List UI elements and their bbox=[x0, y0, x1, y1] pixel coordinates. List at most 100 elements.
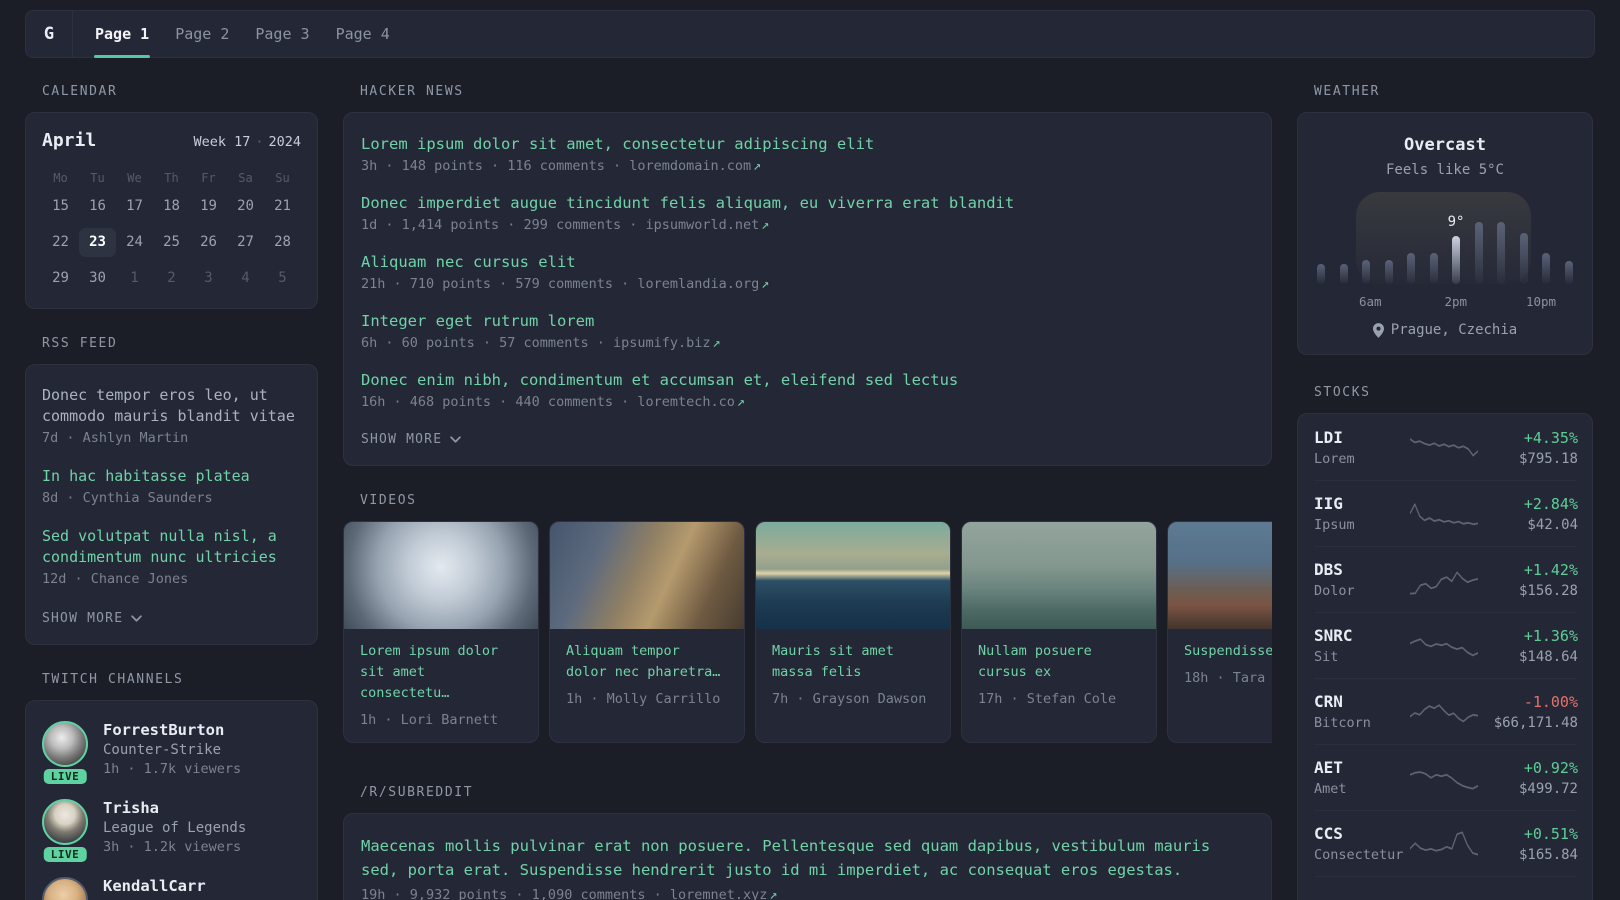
video-meta: 1h · Molly Carrillo bbox=[566, 691, 721, 707]
stock-sparkline-wrap bbox=[1410, 430, 1478, 466]
separator-dot: · bbox=[255, 134, 264, 150]
hacker-news-widget: HACKER NEWS Lorem ipsum dolor sit amet, … bbox=[343, 84, 1272, 466]
hn-item-meta-text: 1d · 1,414 points · 299 comments · bbox=[361, 217, 646, 233]
hn-item-meta-text: 16h · 468 points · 440 comments · bbox=[361, 394, 638, 410]
calendar-year: 2024 bbox=[268, 134, 301, 150]
hn-show-more-button[interactable]: SHOW MORE bbox=[361, 432, 462, 447]
hn-item-title[interactable]: Lorem ipsum dolor sit amet, consectetur … bbox=[361, 133, 1254, 155]
weather-time-label: 2pm bbox=[1444, 294, 1468, 309]
calendar-day-next-month: 1 bbox=[130, 270, 139, 286]
hn-item-domain[interactable]: ipsumworld.net bbox=[645, 217, 759, 233]
hn-item-title[interactable]: Integer eget rutrum lorem bbox=[361, 310, 1254, 332]
stock-row: CRN Bitcorn -1.00% $66,171.48 bbox=[1314, 678, 1578, 744]
video-title: Nullam posuere cursus ex bbox=[978, 643, 1092, 680]
hn-item-domain[interactable]: loremdomain.com bbox=[629, 158, 751, 174]
video-card[interactable]: Mauris sit amet massa felis 7h · Grayson… bbox=[755, 521, 951, 743]
weather-bar bbox=[1542, 253, 1551, 284]
twitch-widget-label: TWITCH CHANNELS bbox=[42, 672, 184, 687]
stock-sparkline bbox=[1410, 770, 1478, 790]
hn-item-domain[interactable]: ipsumify.biz bbox=[613, 335, 711, 351]
tab-page-4[interactable]: Page 4 bbox=[323, 11, 403, 57]
video-meta: 7h · Grayson Dawson bbox=[772, 691, 927, 707]
twitch-avatar-wrap bbox=[42, 877, 88, 900]
weather-card: Overcast Feels like 5°C 9° 6am 2pm 10pm … bbox=[1297, 112, 1593, 355]
calendar-widget: CALENDAR April Week 17 · 2024 Mo Tu We Th … bbox=[25, 84, 318, 309]
rss-item-title[interactable]: In hac habitasse platea bbox=[42, 466, 301, 487]
subreddit-post-domain[interactable]: loremnet.xyz bbox=[670, 887, 768, 900]
stock-name: Lorem bbox=[1314, 451, 1355, 467]
stock-id: AHS bbox=[1314, 897, 1410, 900]
weather-chart: 9° 6am 2pm 10pm bbox=[1314, 192, 1576, 310]
app-logo[interactable]: G bbox=[26, 11, 73, 57]
hn-item-title[interactable]: Donec enim nibh, condimentum et accumsan… bbox=[361, 369, 1254, 391]
tab-page-2[interactable]: Page 2 bbox=[162, 11, 242, 57]
rss-show-more-button[interactable]: SHOW MORE bbox=[42, 611, 143, 626]
hn-item-domain[interactable]: loremlandia.org bbox=[637, 276, 759, 292]
weather-bar bbox=[1407, 253, 1416, 284]
calendar-weekday: We bbox=[127, 171, 142, 185]
video-card[interactable]: Lorem ipsum dolor sit amet consectetu… 1… bbox=[343, 521, 539, 743]
twitch-channel-row[interactable]: LIVE Trisha League of Legends 3h · 1.2k … bbox=[42, 799, 301, 862]
video-title: Aliquam tempor dolor nec pharetra… bbox=[566, 643, 721, 680]
stock-ticker: DBS bbox=[1314, 560, 1343, 579]
stocks-widget: STOCKS LDI Lorem +4.35% $795.18 IIG Ipsu… bbox=[1297, 385, 1593, 900]
hn-item-title[interactable]: Aliquam nec cursus elit bbox=[361, 251, 1254, 273]
dashboard-columns: CALENDAR April Week 17 · 2024 Mo Tu We Th … bbox=[25, 84, 1593, 900]
calendar-day: 20 bbox=[237, 198, 254, 214]
avatar bbox=[42, 799, 88, 845]
external-link-icon: ↗ bbox=[712, 335, 721, 351]
weather-bar bbox=[1339, 264, 1348, 284]
video-card[interactable]: Suspendisse diam 18h · Tara bbox=[1167, 521, 1272, 743]
hn-item-meta: 3h · 148 points · 116 comments · loremdo… bbox=[361, 158, 1254, 174]
stock-sparkline bbox=[1410, 502, 1478, 525]
twitch-channel-row[interactable]: KendallCarr bbox=[42, 877, 301, 900]
calendar-day: 22 bbox=[52, 234, 69, 250]
calendar-day: 28 bbox=[274, 234, 291, 250]
rss-item-title[interactable]: Donec tempor eros leo, ut commodo mauris… bbox=[42, 385, 301, 427]
calendar-day: 19 bbox=[200, 198, 217, 214]
calendar-weekday: Th bbox=[164, 171, 179, 185]
rss-item-title[interactable]: Sed volutpat nulla nisl, a condimentum n… bbox=[42, 526, 301, 568]
video-card[interactable]: Aliquam tempor dolor nec pharetra… 1h · … bbox=[549, 521, 745, 743]
stock-values: +4.35% $795.18 bbox=[1478, 429, 1578, 467]
calendar-day-next-month: 3 bbox=[204, 270, 213, 286]
hn-item-title[interactable]: Donec imperdiet augue tincidunt felis al… bbox=[361, 192, 1254, 214]
hn-item-meta-text: 21h · 710 points · 579 comments · bbox=[361, 276, 638, 292]
hacker-news-widget-label: HACKER NEWS bbox=[360, 84, 464, 99]
tab-page-1[interactable]: Page 1 bbox=[82, 11, 162, 58]
stock-id: CRN Bitcorn bbox=[1314, 692, 1410, 731]
stock-ticker: CRN bbox=[1314, 692, 1343, 711]
calendar-day-selected: 23 bbox=[79, 228, 116, 257]
calendar-day: 15 bbox=[52, 198, 69, 214]
external-link-icon: ↗ bbox=[736, 394, 746, 410]
stock-change: +2.84% bbox=[1523, 494, 1578, 513]
stock-sparkline bbox=[1410, 637, 1478, 656]
stock-change: +0.92% bbox=[1523, 758, 1578, 777]
subreddit-card: Maecenas mollis pulvinar erat non posuer… bbox=[343, 813, 1272, 900]
stock-price: $148.64 bbox=[1518, 648, 1578, 665]
stock-name: Sit bbox=[1314, 649, 1339, 665]
stock-change: -1.00% bbox=[1523, 692, 1578, 711]
tab-page-3[interactable]: Page 3 bbox=[242, 11, 322, 57]
stock-id: SNRC Sit bbox=[1314, 626, 1410, 665]
stock-values: +2.84% $42.04 bbox=[1478, 495, 1578, 533]
external-link-icon: ↗ bbox=[761, 276, 770, 292]
rss-widget-label: RSS FEED bbox=[42, 336, 118, 351]
hn-item-domain[interactable]: loremtech.co bbox=[637, 394, 735, 410]
calendar-header: April Week 17 · 2024 bbox=[42, 130, 301, 151]
weather-bar bbox=[1564, 261, 1573, 284]
calendar-day: 25 bbox=[163, 234, 180, 250]
rss-item: Donec tempor eros leo, ut commodo mauris… bbox=[42, 385, 301, 446]
stock-ticker: LDI bbox=[1314, 428, 1343, 447]
weather-bars bbox=[1317, 204, 1573, 284]
subreddit-post-title[interactable]: Maecenas mollis pulvinar erat non posuer… bbox=[361, 834, 1254, 882]
twitch-channel-row[interactable]: LIVE ForrestBurton Counter-Strike 1h · 1… bbox=[42, 721, 301, 784]
weather-location-row: Prague, Czechia bbox=[1314, 322, 1576, 338]
weather-widget: WEATHER Overcast Feels like 5°C 9° 6am 2… bbox=[1297, 84, 1593, 355]
video-scroller[interactable]: Lorem ipsum dolor sit amet consectetu… 1… bbox=[343, 521, 1272, 743]
video-card[interactable]: Nullam posuere cursus ex 17h · Stefan Co… bbox=[961, 521, 1157, 743]
calendar-weekday-row: Mo Tu We Th Fr Sa Su bbox=[42, 171, 301, 185]
stock-ticker: CCS bbox=[1314, 824, 1343, 843]
show-more-label: SHOW MORE bbox=[361, 432, 443, 447]
videos-widget-label: VIDEOS bbox=[360, 493, 417, 508]
